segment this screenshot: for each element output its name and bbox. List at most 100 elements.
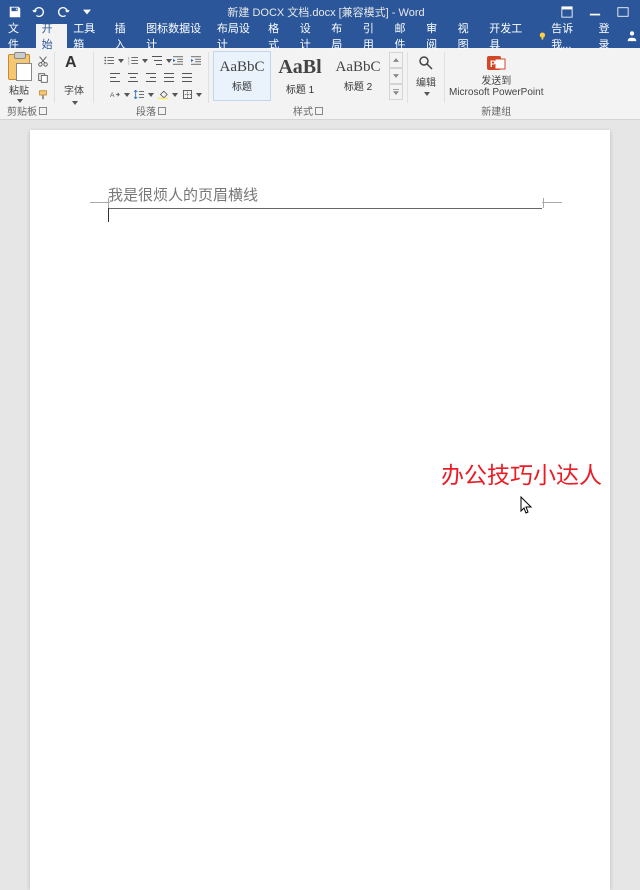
- bullets-button[interactable]: [98, 53, 120, 68]
- align-left-button[interactable]: [107, 70, 123, 85]
- powerpoint-icon: P: [485, 54, 507, 72]
- tab-layout-design[interactable]: 布局设计: [211, 24, 262, 48]
- expand-icon: [393, 89, 399, 95]
- chevron-down-icon: [393, 74, 399, 78]
- maximize-icon[interactable]: [616, 5, 630, 19]
- style-preview: AaBl: [278, 56, 321, 79]
- style-name: 标题 1: [286, 81, 314, 96]
- redo-icon[interactable]: [56, 5, 70, 19]
- tab-layout[interactable]: 布局: [325, 24, 357, 48]
- scissors-icon: [37, 55, 49, 67]
- send-to-button[interactable]: P 发送到 Microsoft PowerPoint: [449, 54, 543, 98]
- header-margin-marker-right: [542, 202, 562, 203]
- undo-icon[interactable]: [32, 5, 46, 19]
- header-rule: [108, 208, 542, 209]
- style-item[interactable]: AaBbC标题: [213, 51, 271, 101]
- shading-button[interactable]: [152, 87, 174, 102]
- style-item[interactable]: AaBbC标题 2: [329, 51, 387, 101]
- align-left-icon: [110, 73, 120, 82]
- format-painter-button[interactable]: [36, 88, 50, 102]
- header-text[interactable]: 我是很烦人的页眉横线: [108, 184, 542, 205]
- group-label-paragraph: 段落: [136, 102, 166, 119]
- minimize-icon[interactable]: [588, 5, 602, 19]
- borders-button[interactable]: [176, 87, 198, 102]
- styles-scroll-up[interactable]: [389, 52, 403, 68]
- ribbon: 粘贴 剪贴板 字体: [0, 48, 640, 120]
- tell-me[interactable]: 告诉我...: [534, 24, 592, 48]
- editing-button[interactable]: 编辑: [416, 55, 436, 95]
- align-justify-button[interactable]: [161, 70, 177, 85]
- ribbon-display-icon[interactable]: [560, 5, 574, 19]
- group-editing: 编辑: [408, 48, 444, 119]
- bullets-icon: [104, 56, 114, 65]
- align-justify-icon: [164, 73, 174, 82]
- decrease-indent-button[interactable]: [170, 53, 186, 68]
- distribute-button[interactable]: [179, 70, 195, 85]
- tab-format[interactable]: 格式: [262, 24, 294, 48]
- tab-toolbox[interactable]: 工具箱: [67, 24, 108, 48]
- group-label-send: 新建组: [481, 102, 511, 119]
- style-name: 标题: [232, 78, 252, 93]
- tab-home[interactable]: 开始: [36, 24, 68, 48]
- tab-design[interactable]: 设计: [294, 24, 326, 48]
- multilevel-list-button[interactable]: [146, 53, 168, 68]
- brush-icon: [37, 89, 49, 101]
- group-send: P 发送到 Microsoft PowerPoint 新建组: [445, 48, 547, 119]
- tab-references[interactable]: 引用: [357, 24, 389, 48]
- chevron-down-icon: [72, 101, 77, 104]
- chevron-up-icon: [393, 58, 399, 62]
- paint-bucket-icon: [158, 90, 168, 99]
- share-icon: [626, 30, 638, 42]
- group-styles: AaBbC标题 AaBl 标题 1 AaBbC标题 2 样式: [209, 48, 407, 119]
- increase-indent-button[interactable]: [188, 53, 204, 68]
- numbering-button[interactable]: 123: [122, 53, 144, 68]
- copy-icon: [37, 72, 49, 84]
- qat-customize-icon[interactable]: [80, 5, 94, 19]
- text-direction-button[interactable]: A: [104, 87, 126, 102]
- distribute-icon: [182, 73, 192, 82]
- line-spacing-button[interactable]: [128, 87, 150, 102]
- multilevel-icon: [152, 56, 162, 65]
- dialog-launcher-icon[interactable]: [315, 107, 323, 115]
- align-right-button[interactable]: [143, 70, 159, 85]
- ribbon-tab-bar: 文件 开始 工具箱 插入 图标数据设计 布局设计 格式 设计 布局 引用 邮件 …: [0, 24, 640, 48]
- borders-icon: [183, 90, 192, 99]
- align-right-icon: [146, 73, 156, 82]
- chevron-down-icon: [424, 92, 429, 95]
- font-button[interactable]: 字体: [63, 56, 85, 104]
- quick-access-toolbar: [0, 5, 102, 19]
- line-spacing-icon: [134, 90, 144, 99]
- paste-button[interactable]: 粘贴: [4, 50, 34, 102]
- cut-button[interactable]: [36, 54, 50, 68]
- tab-view[interactable]: 视图: [452, 24, 484, 48]
- tab-mailings[interactable]: 邮件: [388, 24, 420, 48]
- page-header[interactable]: 我是很烦人的页眉横线: [108, 184, 542, 209]
- group-clipboard: 粘贴 剪贴板: [0, 48, 54, 119]
- tab-insert[interactable]: 插入: [109, 24, 141, 48]
- tab-file[interactable]: 文件: [0, 24, 36, 48]
- chevron-down-icon: [196, 93, 201, 96]
- paste-icon: [8, 54, 30, 80]
- styles-scroll-down[interactable]: [389, 68, 403, 84]
- copy-button[interactable]: [36, 71, 50, 85]
- share-button[interactable]: [624, 24, 640, 48]
- tab-review[interactable]: 审阅: [420, 24, 452, 48]
- styles-expand[interactable]: [389, 84, 403, 100]
- group-paragraph: 123: [94, 48, 208, 119]
- align-center-button[interactable]: [125, 70, 141, 85]
- group-label-styles: 样式: [293, 102, 323, 119]
- paste-label: 粘贴: [9, 82, 29, 97]
- dialog-launcher-icon[interactable]: [158, 107, 166, 115]
- styles-scroll: [389, 52, 403, 100]
- group-label-clipboard: 剪贴板: [7, 102, 47, 119]
- save-icon[interactable]: [8, 5, 22, 19]
- tab-icon-data-design[interactable]: 图标数据设计: [140, 24, 211, 48]
- document-area[interactable]: 我是很烦人的页眉横线 办公技巧小达人: [0, 120, 640, 562]
- header-margin-marker-left: [90, 202, 110, 203]
- dialog-launcher-icon[interactable]: [39, 107, 47, 115]
- window-title: 新建 DOCX 文档.docx [兼容模式] - Word: [102, 4, 550, 20]
- login-button[interactable]: 登录: [592, 24, 624, 48]
- style-item[interactable]: AaBl 标题 1: [271, 51, 329, 101]
- tell-me-label: 告诉我...: [551, 20, 588, 52]
- tab-developer[interactable]: 开发工具: [483, 24, 534, 48]
